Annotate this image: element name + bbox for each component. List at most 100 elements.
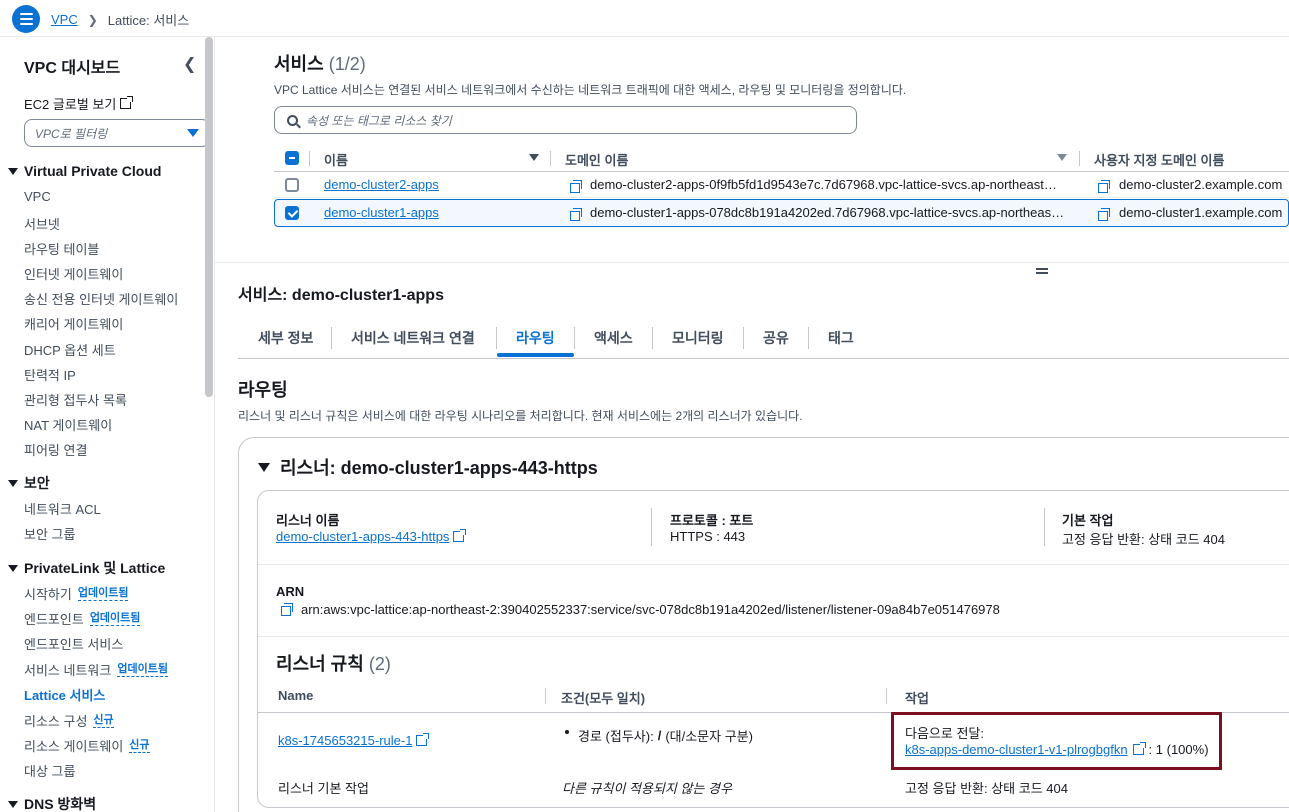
tab-sharing[interactable]: 공유 [763, 328, 789, 348]
sidebar-item-endpoint-services[interactable]: 엔드포인트 서비스 [24, 634, 123, 653]
table-row-selected[interactable]: demo-cluster1-apps demo-cluster1-apps-07… [274, 199, 1289, 227]
table-row[interactable]: demo-cluster2-apps demo-cluster2-apps-0f… [274, 172, 1289, 198]
sidebar-scrollbar[interactable] [205, 37, 213, 397]
sort-icon[interactable] [1057, 154, 1067, 161]
tab-tags[interactable]: 태그 [828, 328, 854, 348]
tab-divider [808, 327, 809, 349]
breadcrumb-current: Lattice: 서비스 [107, 13, 190, 28]
item-label: 리소스 구성 [24, 714, 88, 729]
rules-count: (2) [368, 654, 391, 674]
column-divider [309, 151, 310, 166]
section-label: DNS 방화벽 [24, 796, 97, 812]
collapse-sidebar-icon[interactable]: ❮ [183, 54, 196, 74]
column-header-domain[interactable]: 도메인 이름 [565, 150, 628, 169]
column-divider [545, 688, 546, 704]
expand-icon [8, 167, 18, 175]
rule-name-default: 리스너 기본 작업 [278, 781, 369, 796]
copy-icon[interactable] [1098, 208, 1110, 221]
listener-name-label: 리스너 이름 [276, 513, 340, 528]
sidebar-item-subnets[interactable]: 서브넷 [24, 214, 60, 233]
copy-icon[interactable] [1098, 180, 1110, 193]
sidebar-section-privatelink[interactable]: PrivateLink 및 Lattice [8, 558, 165, 578]
sidebar-item-peering[interactable]: 피어링 연결 [24, 440, 87, 459]
bullet-icon [565, 730, 569, 734]
rule-name-link[interactable]: k8s-1745653215-rule-1 [278, 733, 430, 748]
tab-monitoring[interactable]: 모니터링 [672, 328, 724, 348]
divider [258, 636, 1289, 637]
breadcrumb-vpc-link[interactable]: VPC [51, 12, 78, 27]
sidebar-item-carrier-gateways[interactable]: 캐리어 게이트웨이 [24, 314, 123, 333]
detail-tabs: 세부 정보 서비스 네트워크 연결 라우팅 액세스 모니터링 공유 태그 [238, 322, 1289, 359]
routing-heading: 라우팅 [238, 380, 288, 400]
external-link-icon [416, 733, 430, 746]
expand-icon [8, 800, 18, 808]
services-search-input[interactable]: 속성 또는 태그로 리소스 찾기 [274, 106, 857, 134]
rule-action-default: 고정 응답 반환: 상태 코드 404 [905, 781, 1068, 796]
sidebar-item-network-acl[interactable]: 네트워크 ACL [24, 499, 101, 518]
sidebar-item-lattice-services[interactable]: Lattice 서비스 [24, 685, 105, 704]
column-header-name[interactable]: 이름 [324, 150, 348, 169]
tab-routing[interactable]: 라우팅 [516, 328, 555, 348]
sidebar-item-route-tables[interactable]: 라우팅 테이블 [24, 239, 99, 258]
column-header-action: 작업 [905, 691, 929, 706]
copy-icon[interactable] [570, 180, 582, 193]
tab-access[interactable]: 액세스 [594, 328, 633, 348]
services-title: 서비스 [274, 54, 324, 74]
sidebar-item-vpc[interactable]: VPC [24, 189, 51, 204]
resize-handle-icon[interactable] [1036, 268, 1048, 274]
sidebar-item-endpoints[interactable]: 엔드포인트 업데이트됨 [24, 609, 141, 628]
service-name-link[interactable]: demo-cluster2-apps [324, 177, 439, 192]
item-label: 시작하기 [24, 587, 72, 602]
copy-icon[interactable] [281, 603, 293, 616]
expand-icon [8, 564, 18, 572]
listener-name-link[interactable]: demo-cluster1-apps-443-https [276, 529, 467, 544]
row-checkbox[interactable] [285, 206, 299, 220]
menu-icon[interactable] [12, 5, 40, 33]
select-all-checkbox[interactable] [285, 151, 299, 165]
divider [258, 564, 1289, 565]
external-link-icon [120, 96, 134, 109]
sidebar-item-service-networks[interactable]: 서비스 네트워크 업데이트됨 [24, 660, 168, 679]
rule-name-value[interactable]: k8s-1745653215-rule-1 [278, 733, 412, 748]
sidebar-item-egress-only-igw[interactable]: 송신 전용 인터넷 게이트웨이 [24, 289, 178, 308]
sidebar-section-vpc[interactable]: Virtual Private Cloud [8, 163, 161, 179]
sidebar-item-elastic-ip[interactable]: 탄력적 IP [24, 365, 76, 384]
ec2-global-view-link[interactable]: EC2 글로벌 보기 [24, 94, 134, 113]
updated-badge: 업데이트됨 [89, 612, 141, 626]
column-header-condition: 조건(모두 일치) [561, 691, 646, 706]
sidebar-item-resource-gateways[interactable]: 리소스 게이트웨이 신규 [24, 736, 150, 755]
sidebar-section-dns-firewall[interactable]: DNS 방화벽 [8, 794, 96, 812]
vpc-filter-select[interactable]: VPC로 필터링 [24, 119, 210, 147]
copy-icon[interactable] [570, 208, 582, 221]
condition-suffix: (대/소문자 구분) [665, 729, 753, 744]
column-divider [550, 151, 551, 166]
listener-name-value[interactable]: demo-cluster1-apps-443-https [276, 529, 449, 544]
external-link-icon [453, 529, 467, 542]
top-bar: VPC ❯ Lattice: 서비스 [0, 0, 1289, 37]
column-divider [651, 508, 652, 546]
column-header-custom-domain[interactable]: 사용자 지정 도메인 이름 [1094, 150, 1224, 169]
sort-desc-icon[interactable] [529, 154, 539, 161]
tab-details[interactable]: 세부 정보 [258, 328, 313, 348]
sidebar-item-internet-gateways[interactable]: 인터넷 게이트웨이 [24, 264, 123, 283]
search-icon [287, 114, 298, 126]
sidebar-item-nat-gateways[interactable]: NAT 게이트웨이 [24, 415, 112, 434]
sidebar-section-security[interactable]: 보안 [8, 473, 50, 493]
column-divider [1079, 151, 1080, 166]
service-custom-domain: demo-cluster2.example.com [1119, 177, 1283, 192]
services-description: VPC Lattice 서비스는 연결된 서비스 네트워크에서 수신하는 네트워… [274, 83, 907, 97]
sidebar-item-resource-configs[interactable]: 리소스 구성 신규 [24, 711, 114, 730]
sidebar-item-target-groups[interactable]: 대상 그룹 [24, 761, 75, 780]
row-checkbox[interactable] [285, 178, 299, 192]
service-name-link[interactable]: demo-cluster1-apps [324, 205, 439, 220]
protocol-label: 프로토콜 : 포트 [670, 513, 754, 528]
tab-service-network-associations[interactable]: 서비스 네트워크 연결 [351, 328, 475, 348]
sidebar-item-security-groups[interactable]: 보안 그룹 [24, 524, 75, 543]
detail-title: 서비스: demo-cluster1-apps [238, 287, 444, 304]
listener-expander[interactable]: 리스너: demo-cluster1-apps-443-https [258, 454, 598, 480]
arn-value: arn:aws:vpc-lattice:ap-northeast-2:39040… [301, 602, 1000, 617]
sidebar-item-prefix-lists[interactable]: 관리형 접두사 목록 [24, 390, 127, 409]
listener-title: 리스너: demo-cluster1-apps-443-https [280, 458, 598, 478]
sidebar-item-getting-started[interactable]: 시작하기 업데이트됨 [24, 584, 129, 603]
sidebar-item-dhcp-options[interactable]: DHCP 옵션 세트 [24, 340, 116, 359]
